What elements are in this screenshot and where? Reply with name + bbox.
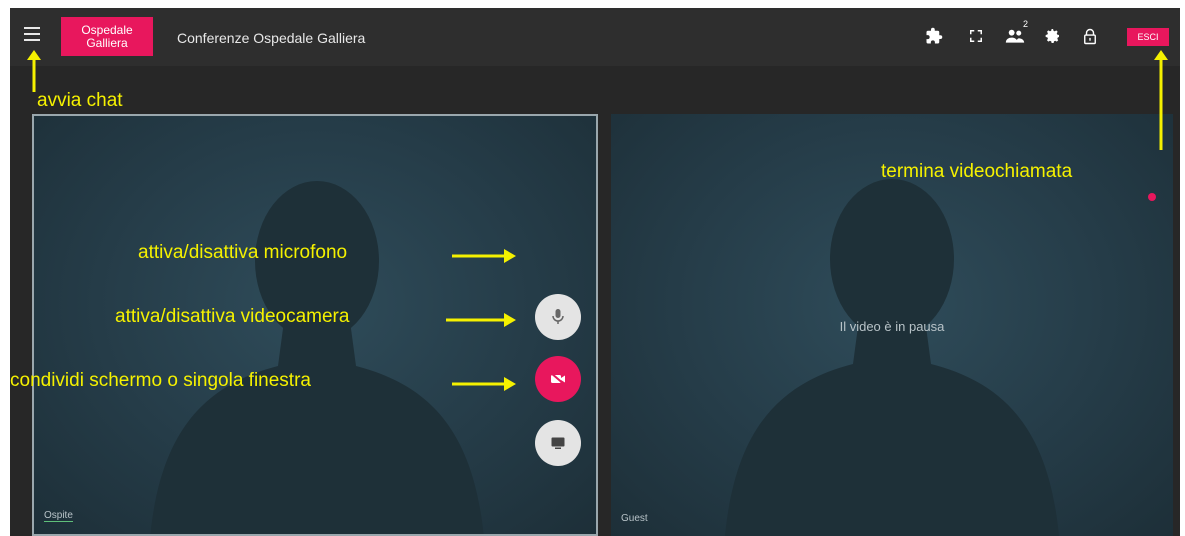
camera-off-icon	[550, 372, 566, 386]
fullscreen-icon[interactable]	[965, 25, 987, 47]
annotation-mic: attiva/disattiva microfono	[138, 242, 348, 263]
logo-line-2: Galliera	[86, 35, 128, 50]
hospital-logo: Ospedale Galliera	[61, 17, 153, 56]
logo-line-1: Ospedale	[81, 22, 133, 37]
annotation-end-call: termina videochiamata	[881, 161, 1073, 182]
top-bar: Ospedale Galliera Conferenze Ospedale Ga…	[10, 8, 1180, 66]
video-paused-status: Il video è in pausa	[839, 319, 945, 334]
video-stage: Ospite Il video è in pausa Guest	[10, 66, 1180, 536]
microphone-toggle-button[interactable]	[535, 294, 581, 340]
app-window: Ospedale Galliera Conferenze Ospedale Ga…	[10, 8, 1180, 536]
annotation-share: condividi schermo o singola finestra	[10, 370, 311, 391]
conference-title: Conferenze Ospedale Galliera	[177, 30, 366, 46]
arrow-right-icon	[452, 377, 516, 391]
participants-icon[interactable]: 2	[1004, 19, 1028, 47]
puzzle-icon[interactable]	[923, 25, 945, 47]
end-call-indicator	[1148, 193, 1156, 201]
arrow-up-icon	[1154, 50, 1168, 150]
lock-icon[interactable]	[1079, 25, 1101, 47]
participants-count: 2	[1022, 19, 1028, 29]
annotation-camera: attiva/disattiva videocamera	[115, 306, 350, 327]
arrow-up-icon	[27, 50, 41, 92]
screen-share-button[interactable]	[535, 420, 581, 466]
arrow-right-icon	[446, 313, 516, 327]
remote-participant-name: Guest	[621, 513, 648, 524]
settings-icon[interactable]	[1042, 25, 1064, 47]
camera-toggle-button[interactable]	[535, 356, 581, 402]
microphone-icon	[552, 309, 564, 324]
local-participant-name: Ospite	[44, 510, 73, 522]
screen-share-icon	[551, 437, 565, 449]
annotation-chat: avvia chat	[37, 90, 123, 111]
menu-icon[interactable]	[24, 27, 40, 41]
arrow-right-icon	[452, 249, 516, 263]
exit-button[interactable]: ESCI	[1127, 28, 1169, 46]
